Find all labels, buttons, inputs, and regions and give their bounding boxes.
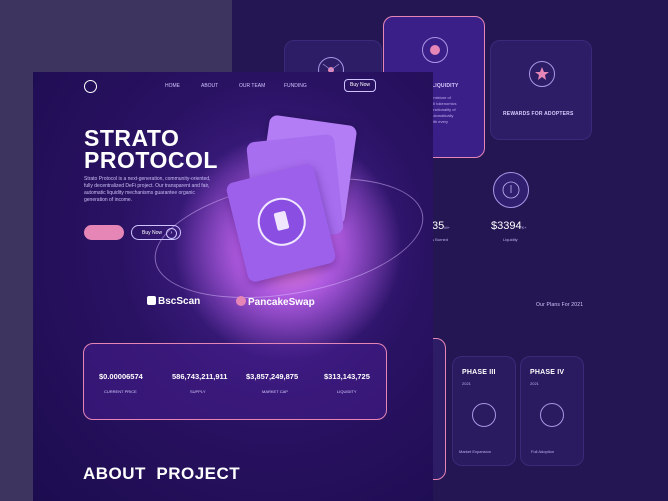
bscscan-logo: BscScan [147, 296, 200, 307]
back-stat-liquidity: $3394K+ Liquidity [491, 216, 527, 243]
stats-panel: $0.00006574 CURRENT PRICE 586,743,211,91… [83, 343, 387, 420]
primary-cta-button[interactable] [84, 225, 124, 240]
feature-card-rewards: REWARDS FOR ADOPTERS [490, 40, 592, 140]
stat-current-price: $0.00006574 [99, 372, 143, 381]
download-icon [493, 172, 529, 208]
stat-label: s Burned [432, 237, 449, 242]
stat-label: Liquidity [503, 237, 518, 242]
phase-name: PHASE IV [530, 369, 565, 376]
nav-funding[interactable]: FUNDING [284, 83, 307, 89]
front-page-preview: HOME ABOUT OUR TEAM FUNDING Buy Now STRA… [33, 72, 433, 501]
pancakeswap-logo: PancakeSwap [236, 296, 315, 308]
partner-name: PancakeSwap [248, 297, 315, 308]
plans-title: Our Plans For 2021 [536, 302, 584, 308]
bscscan-icon [147, 296, 156, 305]
strato-fist-icon [252, 192, 311, 251]
stat-label: CURRENT PRICE [104, 389, 137, 394]
stat-label: LIQUIDITY [337, 389, 357, 394]
phase-year: 2021 [530, 381, 539, 386]
arrow-right-icon: › [166, 228, 177, 239]
strato-logo-icon [472, 403, 496, 427]
stat-label: MARKET CAP [262, 389, 288, 394]
buy-now-button[interactable]: Buy Now › [131, 225, 181, 240]
strato-logo-icon [540, 403, 564, 427]
stat-liquidity: $313,143,725 [324, 372, 370, 381]
stat-supply: 586,743,211,911 [172, 372, 228, 381]
hero-description: Strato Protocol is a next-generation, co… [84, 176, 211, 203]
feature-title: REWARDS FOR ADOPTERS [503, 111, 574, 117]
phase-card-4: PHASE IV 2021 Full Adoption [520, 356, 584, 466]
stat-value: $3394 [491, 220, 522, 232]
hero-title-line2: PROTOCOL [84, 147, 218, 173]
feature-desc: a mixture of full tokenomics functionali… [430, 95, 457, 124]
stat-value: 35 [432, 220, 445, 232]
feature-title: LIQUIDITY [432, 83, 459, 89]
stat-suffix: M+ [444, 225, 450, 230]
nav-our-team[interactable]: OUR TEAM [239, 83, 265, 89]
nav-buy-now-button[interactable]: Buy Now [344, 79, 376, 92]
stat-label: SUPPLY [190, 389, 206, 394]
back-stat-burned: 35M+ s Burned [432, 216, 450, 243]
phase-card-3: PHASE III 2021 Market Expansion [452, 356, 516, 466]
logo-icon[interactable] [84, 80, 97, 93]
star-badge-icon [529, 61, 555, 87]
stat-market-cap: $3,857,249,875 [246, 372, 299, 381]
stat-suffix: K+ [521, 225, 527, 230]
nav-home[interactable]: HOME [165, 83, 180, 89]
phase-year: 2021 [462, 381, 471, 386]
buy-now-label: Buy Now [142, 230, 163, 236]
nav-about[interactable]: ABOUT [201, 83, 218, 89]
pancake-bunny-icon [236, 296, 246, 306]
partner-name: BscScan [158, 296, 201, 307]
phase-label: Full Adoption [531, 449, 555, 454]
phase-name: PHASE III [462, 369, 496, 376]
about-title: ABOUT PROJECT [83, 464, 241, 483]
token-icon [422, 37, 448, 63]
phase-label: Market Expansion [459, 449, 492, 454]
